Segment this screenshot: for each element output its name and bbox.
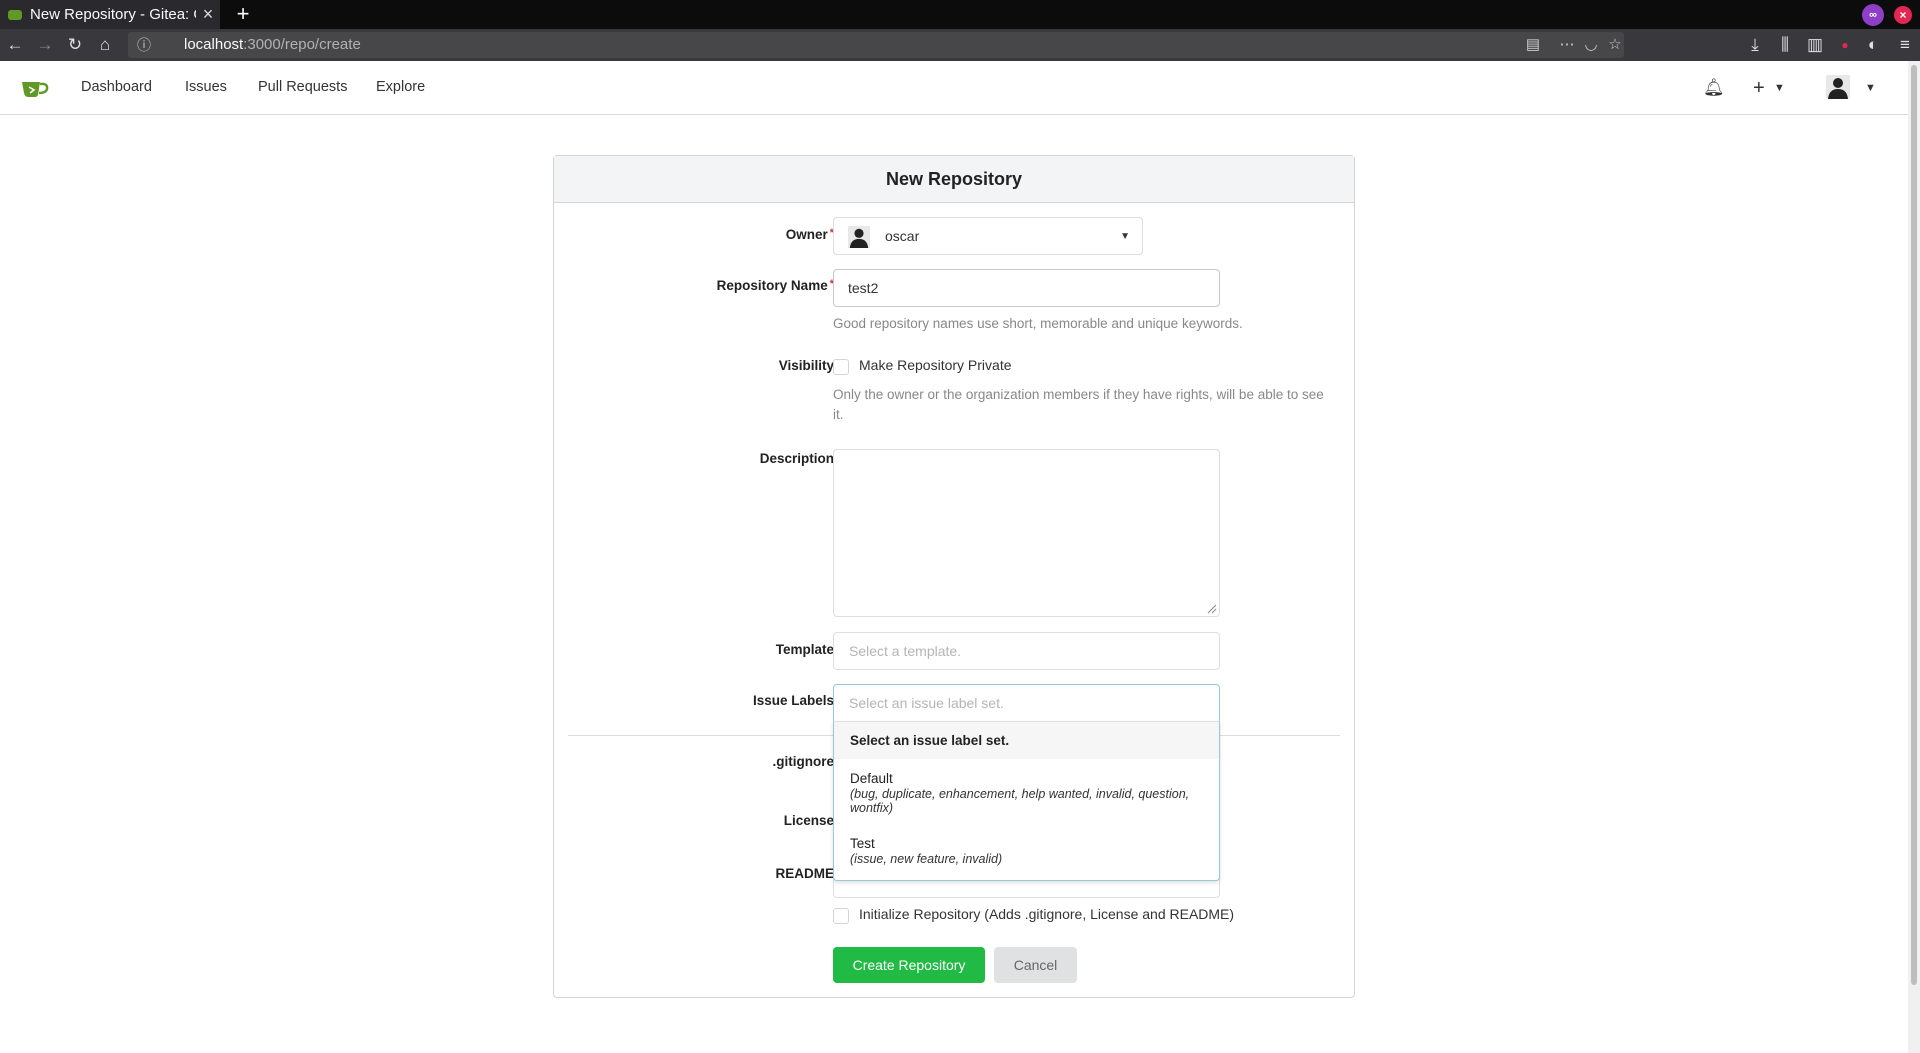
repo-name-value: test2 xyxy=(848,280,879,296)
repo-name-label-text: Repository Name xyxy=(716,278,828,293)
private-checkbox-label[interactable]: Make Repository Private xyxy=(859,357,1012,373)
url-host: localhost xyxy=(184,36,244,53)
pocket-icon[interactable]: ◡ xyxy=(1579,32,1603,58)
menu-item-test-desc: (issue, new feature, invalid) xyxy=(850,852,1003,866)
nav-issues[interactable]: Issues xyxy=(185,61,227,113)
browser-nav-bar: ← → ↻ ⌂ ⓘ localhost:3000/repo/create ▤ ⋯… xyxy=(0,29,1920,61)
forward-icon[interactable]: → xyxy=(32,29,58,61)
sidebar-icon[interactable]: ▥ xyxy=(1802,29,1828,61)
menu-item-none[interactable]: Select an issue label set. xyxy=(834,722,1219,759)
owner-value: oscar xyxy=(885,228,920,244)
browser-tab-title: New Repository - Gitea: Git with a cup o… xyxy=(30,6,196,23)
url-text: localhost:3000/repo/create xyxy=(184,32,361,58)
ublock-icon[interactable]: ● xyxy=(1832,29,1858,61)
page-title: New Repository xyxy=(554,156,1354,203)
visibility-label: Visibility xyxy=(778,358,834,373)
readme-label: README xyxy=(775,866,834,881)
new-tab-icon[interactable]: + xyxy=(228,0,258,29)
page-scrollbar[interactable] xyxy=(1908,61,1920,1053)
url-bar[interactable]: ⓘ localhost:3000/repo/create ▤ ⋯ ◡ ☆ xyxy=(128,32,1624,58)
create-caret-icon[interactable]: ▼ xyxy=(1774,61,1785,115)
user-avatar[interactable] xyxy=(1826,75,1850,99)
site-info-icon[interactable]: ⓘ xyxy=(134,32,154,58)
library-icon[interactable]: ⫼ xyxy=(1772,29,1798,61)
visibility-help: Only the owner or the organization membe… xyxy=(833,387,1324,422)
chevron-down-icon: ▼ xyxy=(1120,231,1130,242)
notification-bell-icon[interactable]: 🔔︎ xyxy=(1703,61,1725,115)
url-path: :3000/repo/create xyxy=(243,36,361,53)
nav-pull-requests[interactable]: Pull Requests xyxy=(258,61,347,113)
page-actions-icon[interactable]: ⋯ xyxy=(1555,32,1579,58)
close-window-icon[interactable]: × xyxy=(1894,6,1912,24)
issue-labels-dropdown[interactable]: Select an issue label set. xyxy=(833,684,1220,722)
downloads-icon[interactable]: ⤓ xyxy=(1742,29,1768,61)
menu-item-test-name: Test xyxy=(850,836,875,851)
resize-handle-icon[interactable] xyxy=(1205,602,1217,614)
description-textarea[interactable] xyxy=(833,449,1220,617)
owner-dropdown[interactable]: oscar ▼ xyxy=(833,217,1143,255)
nav-explore[interactable]: Explore xyxy=(376,61,425,113)
initialize-checkbox-label[interactable]: Initialize Repository (Adds .gitignore, … xyxy=(859,906,1234,922)
menu-item-default[interactable]: Default (bug, duplicate, enhancement, he… xyxy=(834,771,1219,815)
cancel-button[interactable]: Cancel xyxy=(994,947,1077,983)
extension-icon[interactable]: ◐ xyxy=(1860,29,1886,61)
template-dropdown[interactable]: Select a template. xyxy=(833,632,1220,670)
new-repository-form: New Repository Owner * oscar ▼ Repository… xyxy=(553,155,1355,998)
reload-icon[interactable]: ↻ xyxy=(62,29,88,61)
gitea-header: Dashboard Issues Pull Requests Explore 🔔… xyxy=(0,61,1908,115)
nav-dashboard[interactable]: Dashboard xyxy=(81,61,152,113)
browser-tab[interactable]: New Repository - Gitea: Git with a cup o… xyxy=(0,0,220,29)
repo-name-input[interactable]: test2 xyxy=(833,269,1220,307)
gitea-logo-icon[interactable] xyxy=(20,79,50,99)
user-menu-caret-icon[interactable]: ▼ xyxy=(1865,61,1876,115)
private-browsing-icon: ∞ xyxy=(1862,4,1884,26)
scrollbar-thumb[interactable] xyxy=(1911,65,1917,985)
avatar-person-icon xyxy=(1826,75,1850,99)
repo-name-help: Good repository names use short, memorab… xyxy=(833,316,1243,331)
home-icon[interactable]: ⌂ xyxy=(92,29,118,61)
reader-view-icon[interactable]: ▤ xyxy=(1521,32,1545,58)
gitignore-label: .gitignore xyxy=(772,754,835,769)
issue-labels-placeholder: Select an issue label set. xyxy=(849,695,1004,711)
template-placeholder: Select a template. xyxy=(849,643,962,659)
back-icon[interactable]: ← xyxy=(2,29,28,61)
menu-item-test[interactable]: Test (issue, new feature, invalid) xyxy=(834,836,1219,866)
gitea-favicon-icon xyxy=(8,9,22,20)
bookmark-star-icon[interactable]: ☆ xyxy=(1603,32,1627,58)
template-label: Template xyxy=(775,642,834,657)
menu-item-default-desc: (bug, duplicate, enhancement, help wante… xyxy=(850,787,1190,815)
owner-avatar-icon xyxy=(848,226,870,248)
license-label: License xyxy=(783,813,834,828)
menu-item-none-label: Select an issue label set. xyxy=(850,733,1010,748)
private-checkbox[interactable] xyxy=(833,359,849,375)
owner-label-text: Owner xyxy=(785,227,828,242)
create-plus-icon[interactable]: + xyxy=(1753,61,1765,115)
repo-name-label: Repository Name * xyxy=(554,278,834,293)
create-repository-button[interactable]: Create Repository xyxy=(833,947,985,983)
issue-labels-label: Issue Labels xyxy=(752,693,834,708)
description-label: Description xyxy=(759,451,834,466)
menu-item-default-name: Default xyxy=(850,771,893,786)
issue-labels-menu: Select an issue label set. Default (bug,… xyxy=(833,721,1220,881)
initialize-checkbox[interactable] xyxy=(833,908,849,924)
menu-icon[interactable]: ≡ xyxy=(1892,29,1918,61)
owner-label: Owner * xyxy=(554,227,834,242)
browser-tab-bar: New Repository - Gitea: Git with a cup o… xyxy=(0,0,1920,29)
close-tab-icon[interactable]: × xyxy=(196,4,220,25)
